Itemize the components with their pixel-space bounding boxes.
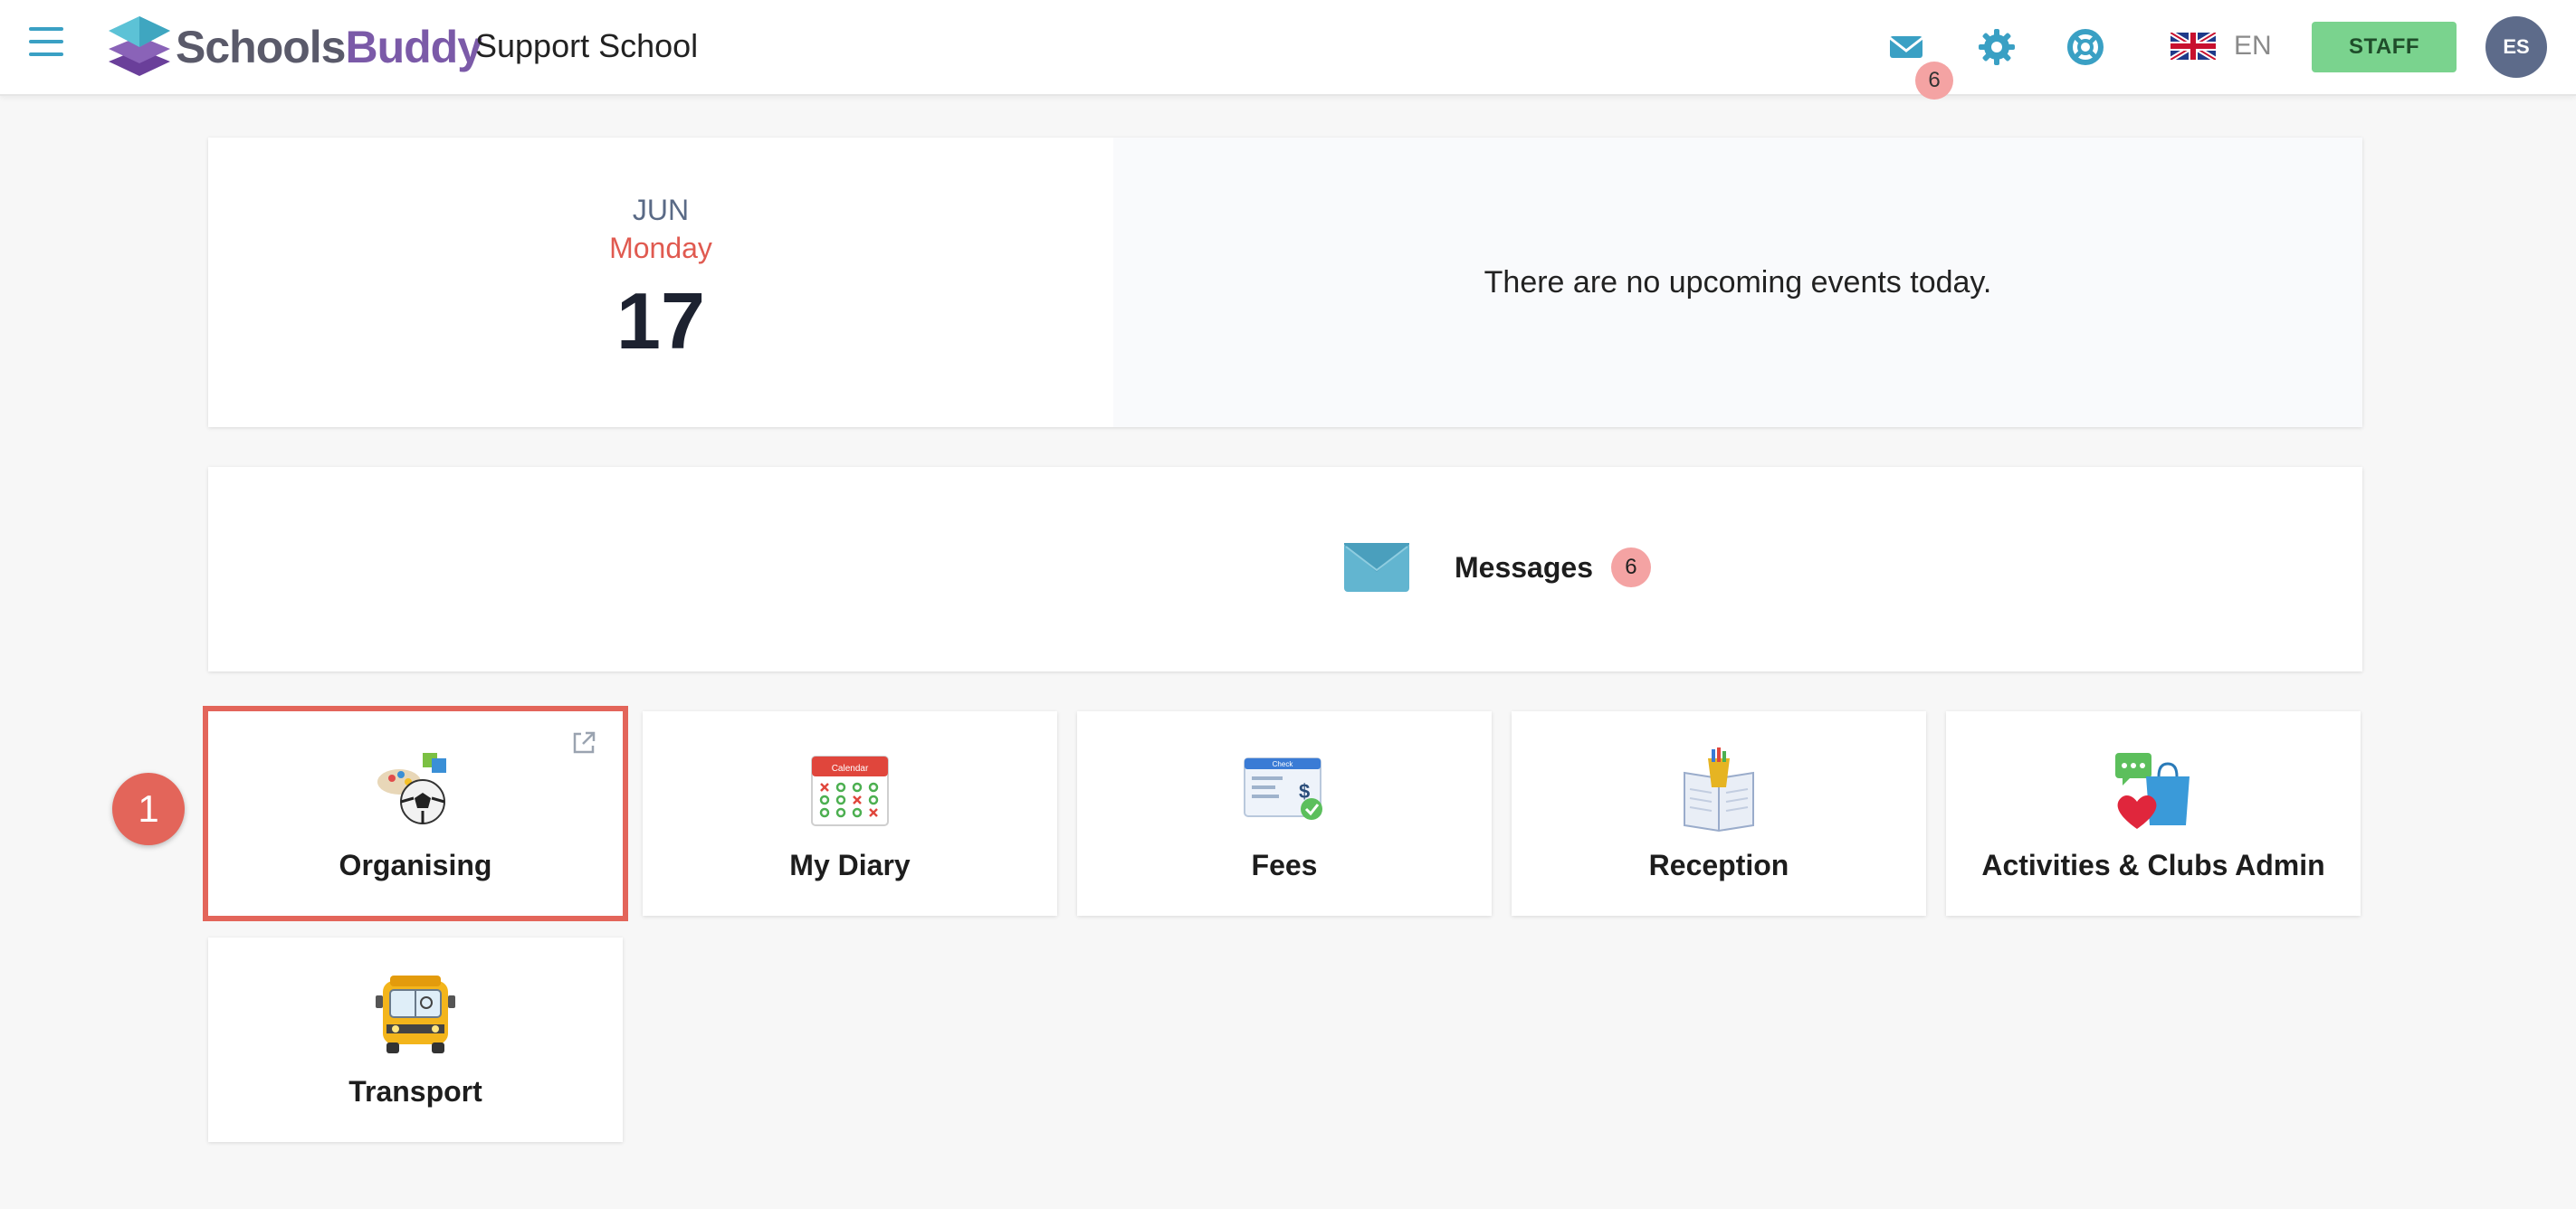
- tile-my-diary[interactable]: Calendar My Diary: [643, 711, 1057, 916]
- activities-icon: [1946, 746, 2361, 833]
- logo-text: SchoolsBuddy: [176, 21, 482, 73]
- organising-icon: [208, 746, 623, 833]
- logo-text-buddy: Buddy: [345, 22, 482, 72]
- mail-icon[interactable]: [1886, 27, 1926, 67]
- envelope-icon: [1344, 543, 1409, 592]
- staff-button[interactable]: STAFF: [2312, 22, 2457, 72]
- lifebuoy-icon[interactable]: [2066, 27, 2105, 67]
- language-selector[interactable]: EN: [2171, 31, 2272, 62]
- date-day-number: 17: [616, 276, 705, 366]
- menu-icon[interactable]: [29, 27, 63, 63]
- tile-label: Transport: [348, 1075, 482, 1108]
- uk-flag-icon: [2171, 33, 2216, 60]
- date-month: JUN: [632, 194, 690, 226]
- user-avatar[interactable]: ES: [2485, 16, 2547, 78]
- tile-label: Reception: [1648, 849, 1789, 881]
- svg-text:Calendar: Calendar: [832, 764, 869, 774]
- tile-organising[interactable]: Organising: [203, 706, 628, 921]
- tile-label: Activities & Clubs Admin: [1981, 849, 2325, 881]
- messages-card[interactable]: Messages 6: [208, 467, 2362, 671]
- tile-reception[interactable]: Reception: [1512, 711, 1926, 916]
- tile-label: Fees: [1251, 849, 1318, 881]
- tile-label: My Diary: [789, 849, 911, 881]
- mail-count-badge: 6: [1915, 62, 1953, 100]
- tile-fees[interactable]: Check $ Fees: [1077, 711, 1492, 916]
- step-marker: 1: [112, 773, 185, 845]
- no-events-text: There are no upcoming events today.: [1484, 264, 1992, 300]
- messages-count-badge: 6: [1610, 547, 1651, 587]
- date-panel: JUN Monday 17: [208, 138, 1113, 427]
- language-code: EN: [2234, 31, 2272, 61]
- schoolsbuddy-logo[interactable]: SchoolsBuddy: [107, 13, 482, 81]
- svg-text:Check: Check: [1273, 760, 1294, 768]
- gear-icon[interactable]: [1977, 27, 2017, 67]
- tile-transport[interactable]: Transport: [208, 938, 623, 1142]
- messages-label: Messages: [1455, 550, 1593, 584]
- messages-content: Messages 6: [1344, 543, 1651, 592]
- calendar-icon: Calendar: [643, 746, 1057, 833]
- logo-layers-icon: [109, 16, 170, 76]
- school-bus-icon: [208, 972, 623, 1059]
- logo-text-schools: Schools: [176, 22, 346, 72]
- date-weekday: Monday: [609, 232, 712, 264]
- tile-label: Organising: [339, 849, 492, 881]
- tile-activities-clubs-admin[interactable]: Activities & Clubs Admin: [1946, 711, 2361, 916]
- school-name: Support School: [475, 27, 699, 64]
- events-panel: There are no upcoming events today.: [1113, 138, 2362, 427]
- top-bar: SchoolsBuddy Support School 6 EN STAFF E…: [0, 0, 2576, 100]
- fees-check-icon: Check $: [1077, 746, 1492, 833]
- date-card: JUN Monday 17 There are no upcoming even…: [208, 138, 2362, 427]
- reception-book-icon: [1512, 746, 1926, 833]
